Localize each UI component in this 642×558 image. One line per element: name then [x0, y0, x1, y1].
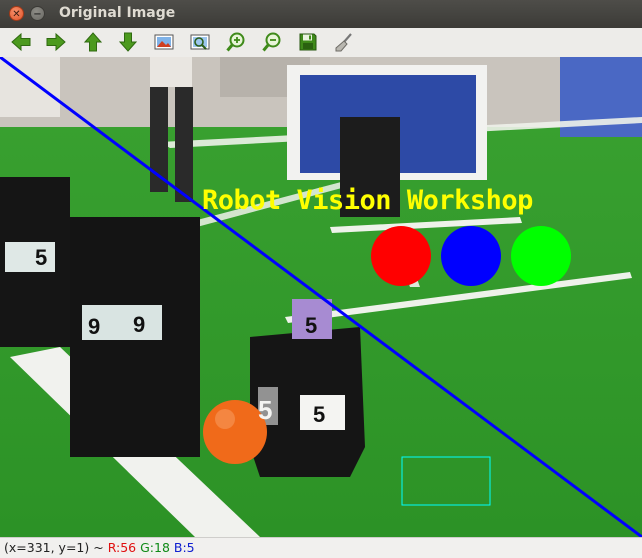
cursor-coordinates: (x=331, y=1) ~ — [4, 540, 104, 555]
save-icon — [299, 33, 317, 51]
brush-icon — [335, 33, 352, 52]
image-icon — [154, 34, 174, 50]
arrow-left-icon — [11, 32, 31, 52]
title-bar: ✕ − Original Image — [0, 0, 642, 28]
blue-circle — [441, 226, 501, 286]
robot-number: 5 — [305, 313, 317, 338]
red-circle — [371, 226, 431, 286]
status-bar: (x=331, y=1) ~ R:56 G:18 B:5 — [0, 537, 642, 558]
pan-left-button[interactable] — [10, 31, 32, 53]
image-window: ✕ − Original Image 5 9 9 5 5 5 Robot Vis… — [0, 0, 642, 558]
zoom-fit-icon — [190, 34, 210, 50]
pan-right-button[interactable] — [45, 31, 67, 53]
overlay-caption: Robot Vision Workshop — [202, 185, 533, 216]
minimize-button[interactable]: − — [30, 6, 45, 21]
arrow-up-icon — [83, 32, 103, 52]
image-canvas[interactable]: 5 9 9 5 5 5 Robot Vision Workshop — [0, 57, 642, 537]
arrow-right-icon — [46, 32, 66, 52]
close-button[interactable]: ✕ — [9, 6, 24, 21]
pixel-red-value: R:56 — [107, 540, 137, 555]
referee-person — [150, 57, 192, 87]
robot-number: 9 — [88, 314, 100, 339]
properties-button[interactable] — [333, 31, 355, 53]
toolbar — [0, 28, 642, 58]
robot-number: 9 — [133, 312, 145, 337]
zoom-out-button[interactable] — [261, 31, 283, 53]
field-scene: 5 9 9 5 5 5 — [0, 57, 642, 537]
zoom-original-button[interactable] — [153, 31, 175, 53]
robot-number: 5 — [258, 395, 272, 425]
zoom-out-icon — [262, 32, 281, 52]
pixel-green-value: G:18 — [140, 540, 170, 555]
save-button[interactable] — [297, 31, 319, 53]
robot-number: 5 — [313, 402, 325, 427]
pan-up-button[interactable] — [82, 31, 104, 53]
pixel-blue-value: B:5 — [173, 540, 195, 555]
pan-down-button[interactable] — [117, 31, 139, 53]
zoom-in-button[interactable] — [225, 31, 247, 53]
zoom-in-icon — [226, 32, 245, 52]
arrow-down-icon — [118, 32, 138, 52]
window-title: Original Image — [59, 5, 176, 21]
zoom-fit-button[interactable] — [189, 31, 211, 53]
robot-number: 5 — [35, 245, 47, 270]
green-circle — [511, 226, 571, 286]
